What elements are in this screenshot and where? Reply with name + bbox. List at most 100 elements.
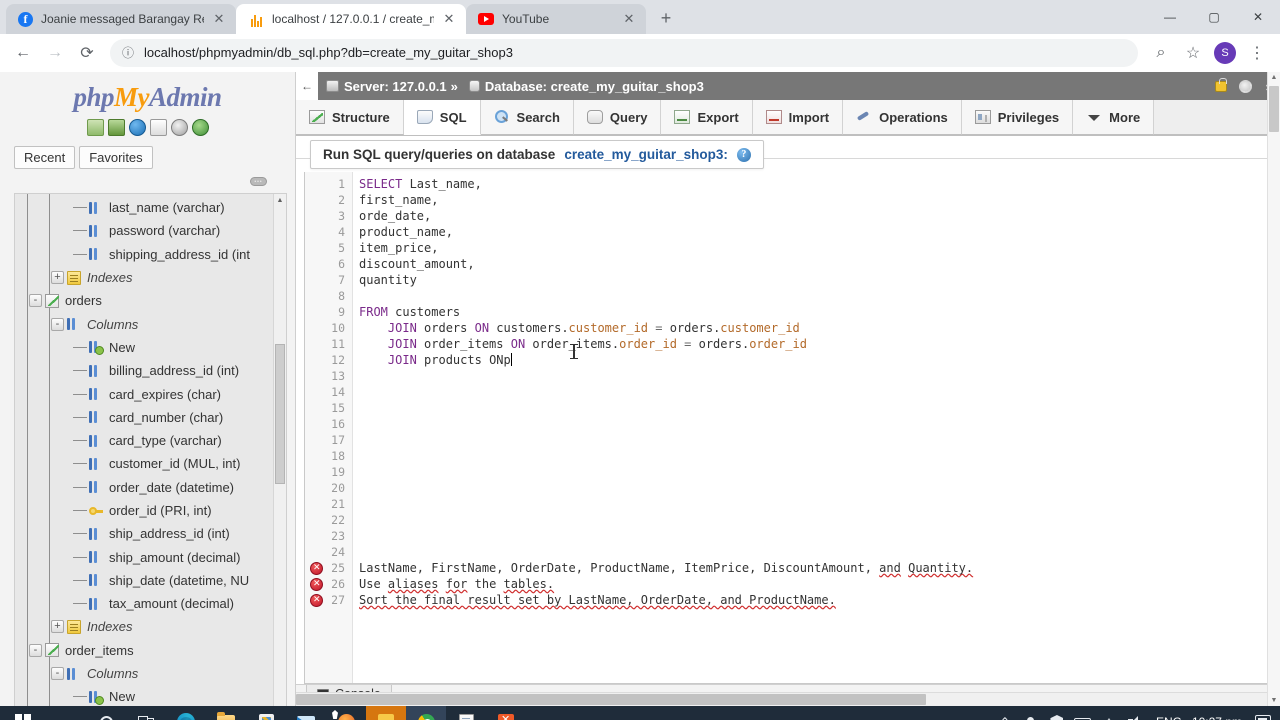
tab-sql[interactable]: SQL [403, 100, 481, 135]
close-window-button[interactable]: ✕ [1236, 0, 1280, 34]
server-label[interactable]: Server: 127.0.0.1 [344, 79, 447, 94]
chrome-menu-icon[interactable]: ⋮ [1242, 38, 1272, 68]
forward-button[interactable]: → [40, 38, 70, 68]
tree-item[interactable]: password (varchar) [15, 219, 286, 242]
tree-item[interactable]: - orders [15, 289, 286, 312]
tab-operations[interactable]: Operations [843, 100, 962, 135]
tray-expand-icon[interactable]: ⌃ [992, 706, 1018, 720]
favorites-tab[interactable]: Favorites [79, 146, 153, 169]
language-indicator[interactable]: ENG [1148, 715, 1190, 720]
zoom-icon[interactable]: ⌕ [1146, 38, 1176, 68]
breadcrumb-back-button[interactable]: ← [296, 72, 318, 100]
tree-item[interactable]: card_type (varchar) [15, 429, 286, 452]
site-info-icon[interactable]: ⓘ [122, 44, 134, 61]
tab-import[interactable]: Import [752, 100, 844, 135]
back-button[interactable]: ← [8, 38, 38, 68]
tree-item[interactable]: - Columns [15, 312, 286, 335]
error-marker-icon[interactable] [310, 594, 323, 607]
taskbar-search-button[interactable]: ⌕ [46, 706, 86, 720]
scroll-thumb[interactable] [275, 344, 285, 484]
tree-item[interactable]: - order_items [15, 639, 286, 662]
tree-item[interactable]: New [15, 685, 286, 706]
start-button[interactable] [0, 706, 46, 720]
profile-avatar[interactable]: S [1214, 41, 1236, 64]
notepad-button[interactable] [446, 706, 486, 720]
horizontal-scrollbar[interactable]: ▶ [296, 692, 1280, 706]
file-explorer-button[interactable] [206, 706, 246, 720]
tree-item[interactable]: ship_amount (decimal) [15, 545, 286, 568]
bookmark-star-icon[interactable]: ☆ [1178, 38, 1208, 68]
tree-item[interactable]: ship_date (datetime, NU [15, 569, 286, 592]
close-icon[interactable]: ✕ [212, 11, 226, 27]
tree-item[interactable]: tax_amount (decimal) [15, 592, 286, 615]
battery-icon[interactable] [1070, 706, 1096, 720]
cortana-button[interactable] [86, 706, 126, 720]
tab-query[interactable]: Query [573, 100, 662, 135]
tree-item[interactable]: order_date (datetime) [15, 476, 286, 499]
tree-item[interactable]: ship_address_id (int) [15, 522, 286, 545]
browser-tab-youtube[interactable]: YouTube ✕ [466, 4, 646, 34]
expand-toggle-icon[interactable]: + [51, 620, 64, 634]
tree-item[interactable]: shipping_address_id (int [15, 243, 286, 266]
expand-toggle-icon[interactable]: + [51, 271, 64, 285]
docs-icon[interactable] [149, 119, 167, 136]
security-shield-icon[interactable] [1044, 706, 1070, 720]
collapse-toggle-icon[interactable]: - [51, 667, 64, 681]
address-bar[interactable]: ⓘ localhost/phpmyadmin/db_sql.php?db=cre… [110, 38, 1138, 67]
page-scroll-up-arrow[interactable]: ▲ [1268, 74, 1280, 81]
scroll-up-arrow[interactable]: ▲ [274, 194, 286, 207]
volume-icon[interactable] [1122, 706, 1148, 720]
close-icon[interactable]: ✕ [442, 11, 456, 27]
editor-code-area[interactable]: SELECT Last_name, first_name, orde_date, pr… [353, 172, 1267, 683]
browser-tab-phpmyadmin[interactable]: localhost / 127.0.0.1 / create_my ✕ [236, 4, 466, 34]
page-scroll-thumb[interactable] [1269, 86, 1279, 132]
chrome-button[interactable] [406, 706, 446, 720]
collapse-toggle-icon[interactable]: - [29, 294, 42, 308]
maximize-button[interactable]: ▢ [1192, 0, 1236, 34]
error-marker-icon[interactable] [310, 578, 323, 591]
task-view-button[interactable] [126, 706, 166, 720]
page-vertical-scrollbar[interactable]: ▲ ▼ [1267, 72, 1280, 706]
tree-scrollbar[interactable]: ▲ [273, 194, 286, 706]
microsoft-store-button[interactable] [246, 706, 286, 720]
phpmyadmin-logo[interactable]: phpMyAdmin [0, 72, 295, 117]
tab-export[interactable]: Export [661, 100, 753, 135]
xampp-button[interactable] [486, 706, 526, 720]
tree-item[interactable]: + Indexes [15, 266, 286, 289]
wifi-icon[interactable] [1096, 706, 1122, 720]
tree-item[interactable]: order_id (PRI, int) [15, 499, 286, 522]
tab-structure[interactable]: Structure [296, 100, 404, 135]
sticky-notes-button[interactable] [366, 706, 406, 720]
minimize-button[interactable]: — [1148, 0, 1192, 34]
database-label[interactable]: Database: create_my_guitar_shop3 [485, 79, 704, 94]
brave-button[interactable] [326, 706, 366, 720]
tab-more[interactable]: More [1073, 100, 1155, 135]
collapse-toggle-icon[interactable]: - [51, 317, 64, 331]
close-icon[interactable]: ✕ [622, 11, 636, 27]
help-icon[interactable] [128, 119, 146, 136]
tree-item[interactable]: New [15, 336, 286, 359]
collapse-toggle-icon[interactable]: - [29, 643, 42, 657]
home-icon[interactable] [86, 119, 104, 136]
sql-editor[interactable]: 1234567891011121314151617181920212223242… [304, 172, 1268, 684]
mic-icon[interactable] [1018, 706, 1044, 720]
tab-search[interactable]: Search [480, 100, 574, 135]
tree-item[interactable]: billing_address_id (int) [15, 359, 286, 382]
tree-item[interactable]: customer_id (MUL, int) [15, 452, 286, 475]
tree-item[interactable]: card_expires (char) [15, 382, 286, 405]
new-tab-button[interactable]: + [652, 4, 680, 32]
tree-item[interactable]: + Indexes [15, 615, 286, 638]
page-scroll-down-arrow[interactable]: ▼ [1268, 697, 1280, 704]
gear-icon[interactable] [1238, 79, 1252, 93]
tree-item[interactable]: - Columns [15, 662, 286, 685]
mail-button[interactable] [286, 706, 326, 720]
settings-icon[interactable] [170, 119, 188, 136]
reload-button[interactable]: ⟳ [72, 38, 102, 68]
edge-button[interactable] [166, 706, 206, 720]
browser-tab-facebook[interactable]: f Joanie messaged Barangay Reco ✕ [6, 4, 236, 34]
help-icon[interactable]: ? [736, 147, 751, 162]
taskbar-clock[interactable]: 10:27 pm [1190, 715, 1250, 720]
recent-tab[interactable]: Recent [14, 146, 76, 169]
notifications-icon[interactable] [1250, 706, 1276, 720]
tree-item[interactable]: last_name (varchar) [15, 196, 286, 219]
